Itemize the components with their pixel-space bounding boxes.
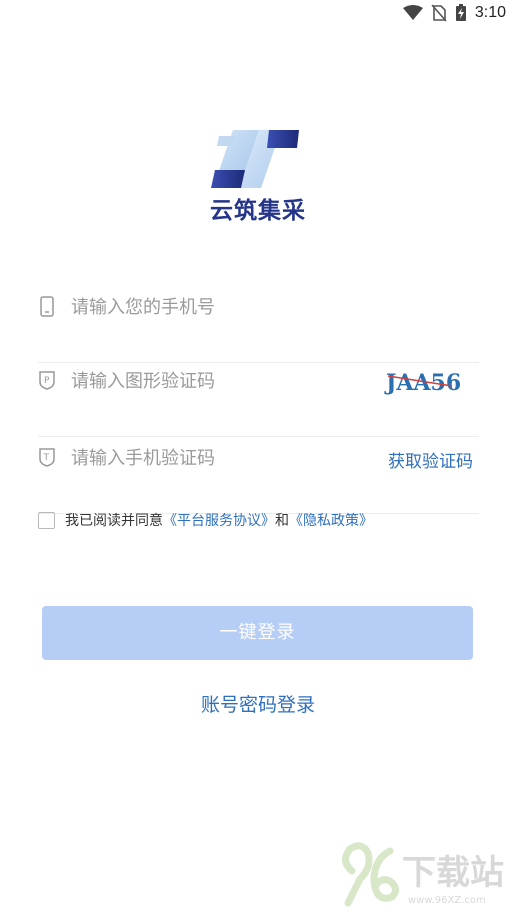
status-time: 3:10 bbox=[474, 4, 506, 21]
logo-text: 云筑集采 bbox=[210, 198, 306, 224]
svg-text:T: T bbox=[43, 453, 50, 463]
no-sim-icon bbox=[431, 4, 447, 22]
sms-code-icon: T bbox=[39, 448, 55, 467]
captcha-field-row: P JAA56 bbox=[38, 366, 479, 437]
status-icons: 3:10 bbox=[402, 4, 506, 22]
watermark-text: 下载站 bbox=[402, 853, 504, 893]
captcha-input[interactable] bbox=[71, 366, 371, 396]
wifi-icon bbox=[402, 5, 423, 20]
captcha-image[interactable]: JAA56 bbox=[382, 366, 477, 396]
captcha-text: JAA56 bbox=[384, 370, 461, 396]
phone-input[interactable] bbox=[71, 292, 371, 322]
sms-code-input[interactable] bbox=[71, 443, 371, 473]
svg-text:P: P bbox=[44, 376, 50, 386]
agreement-conj: 和 bbox=[275, 513, 289, 529]
agreement-prefix: 我已阅读并同意 bbox=[65, 513, 163, 529]
logo-mark-icon bbox=[211, 130, 299, 188]
watermark-logo-icon bbox=[342, 842, 399, 907]
password-login-label[interactable]: 账号密码登录 bbox=[201, 694, 315, 716]
agreement-checkbox[interactable] bbox=[38, 511, 55, 529]
captcha-shield-icon: P bbox=[39, 371, 55, 390]
phone-field-row bbox=[38, 292, 479, 363]
service-agreement-link[interactable]: 《平台服务协议》 bbox=[163, 510, 275, 530]
watermark: 下载站 www.96XZ.com bbox=[338, 841, 510, 913]
one-click-login-button[interactable]: 一键登录 bbox=[42, 606, 473, 660]
battery-charging-icon bbox=[455, 4, 466, 21]
app-logo: 云筑集采 bbox=[205, 128, 311, 224]
status-bar: 3:10 bbox=[0, 0, 516, 30]
agreement-row: 我已阅读并同意 《平台服务协议》 和 《隐私政策》 bbox=[38, 510, 373, 530]
password-login-link[interactable]: 账号密码登录 bbox=[0, 690, 516, 717]
phone-icon bbox=[40, 296, 54, 317]
get-code-button[interactable]: 获取验证码 bbox=[388, 447, 473, 472]
privacy-policy-link[interactable]: 《隐私政策》 bbox=[289, 510, 373, 530]
sms-field-row: T 获取验证码 bbox=[38, 443, 479, 514]
watermark-url: www.96XZ.com bbox=[408, 895, 486, 906]
